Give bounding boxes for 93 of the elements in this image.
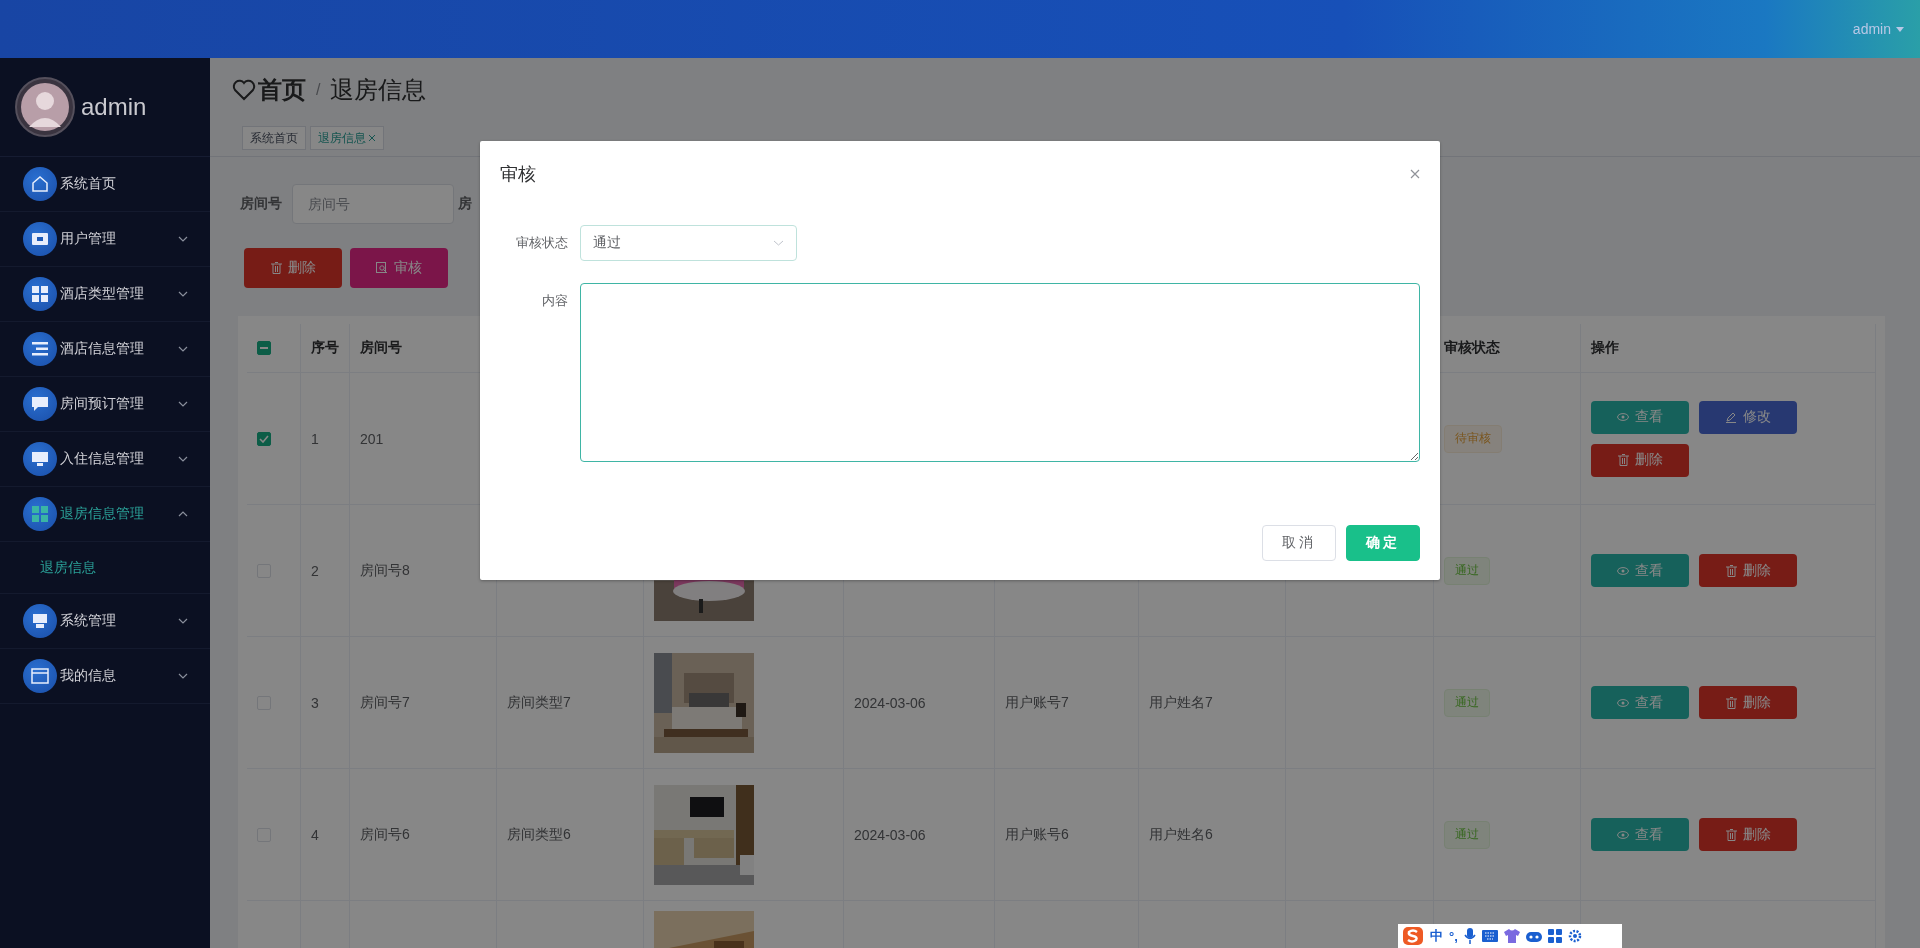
trash-icon: [1617, 454, 1629, 466]
tab[interactable]: 系统首页: [242, 126, 306, 150]
grid-icon: [32, 506, 48, 522]
content-field[interactable]: [580, 283, 1420, 462]
shirt-icon[interactable]: [1503, 929, 1520, 943]
close-icon[interactable]: [1410, 169, 1420, 179]
table-cell: 3: [311, 694, 319, 711]
microphone-icon[interactable]: [1463, 928, 1476, 944]
table-cell: 2024-03-06: [854, 826, 926, 843]
column-header: 序号: [311, 339, 339, 357]
user-name: admin: [81, 93, 147, 121]
punctuation-mode[interactable]: °,: [1449, 928, 1458, 944]
table-cell: 用户姓名7: [1149, 693, 1213, 712]
table-cell: 用户账号6: [1005, 825, 1069, 844]
delete-button[interactable]: 删除: [1699, 818, 1797, 851]
menu-item[interactable]: 酒店类型管理: [0, 267, 210, 322]
input-mode[interactable]: 中: [1430, 927, 1443, 945]
table-cell: 房间号7: [360, 693, 410, 712]
home-icon: [31, 175, 49, 193]
field-label: 房: [458, 195, 472, 213]
menu-item[interactable]: 用户管理: [0, 212, 210, 267]
window-icon: [31, 668, 49, 684]
keyboard-icon[interactable]: [1481, 930, 1498, 942]
close-icon[interactable]: [368, 134, 376, 142]
table-cell: 1: [311, 430, 319, 447]
table-cell: 4: [311, 826, 319, 843]
trash-icon: [1725, 828, 1737, 841]
apps-icon[interactable]: [1547, 929, 1562, 943]
status-tag: 通过: [1444, 820, 1490, 849]
edit-button[interactable]: 修改: [1699, 400, 1797, 434]
table-cell: 2024-03-06: [854, 694, 926, 711]
menu-item[interactable]: 酒店信息管理: [0, 322, 210, 377]
tab[interactable]: 退房信息: [310, 126, 384, 150]
review-button[interactable]: 审核: [350, 248, 448, 288]
eye-icon: [1617, 830, 1629, 839]
column-header: 房间号: [360, 339, 402, 357]
menu-item[interactable]: 我的信息: [0, 649, 210, 704]
chat-icon: [31, 396, 49, 412]
table-cell: 房间类型7: [507, 693, 571, 712]
field-label: 房间号: [240, 195, 282, 213]
breadcrumb-current: 退房信息: [330, 75, 427, 105]
table-cell: 用户账号7: [1005, 693, 1069, 712]
trash-icon: [1725, 696, 1737, 709]
search-field[interactable]: 房间号: [292, 184, 454, 224]
table-cell: 201: [360, 430, 384, 447]
field-label: 审核状态: [515, 234, 569, 252]
eye-icon: [1617, 698, 1629, 707]
search-document-icon: [376, 262, 388, 274]
check-icon: [259, 434, 269, 443]
status-tag: 待审核: [1444, 424, 1502, 453]
logo-icon[interactable]: [1402, 926, 1424, 946]
field-label: 内容: [541, 292, 569, 310]
pen-icon: [1725, 411, 1737, 423]
confirm-button[interactable]: 确定: [1346, 525, 1420, 561]
caret-icon: [1896, 26, 1904, 32]
select-field[interactable]: 通过: [580, 225, 797, 261]
cancel-button[interactable]: 取消: [1262, 525, 1336, 561]
dialog-title: 审核: [500, 163, 536, 186]
delete-button[interactable]: 删除: [244, 248, 342, 288]
breadcrumb-link[interactable]: 首页: [258, 74, 306, 106]
column-header: 操作: [1591, 339, 1619, 357]
monitor-icon: [31, 451, 49, 467]
settings-icon[interactable]: [1567, 929, 1582, 943]
eye-icon: [1617, 413, 1629, 421]
menu-item[interactable]: 系统管理: [0, 594, 210, 649]
heart-icon: [232, 79, 256, 101]
table-cell: 2: [311, 562, 319, 579]
avatar: [15, 77, 75, 137]
table-cell: 房间号8: [360, 561, 410, 580]
menu-item[interactable]: 房间预订管理: [0, 377, 210, 432]
list-icon: [32, 342, 48, 356]
card-icon: [31, 232, 49, 246]
checkbox[interactable]: [257, 431, 271, 446]
trash-icon: [270, 262, 282, 274]
table-cell: 房间号6: [360, 825, 410, 844]
menu-item[interactable]: 退房信息管理: [0, 487, 210, 542]
column-header: 审核状态: [1444, 339, 1500, 357]
chevron-down-icon: [773, 240, 784, 246]
eye-icon: [1617, 566, 1629, 575]
checkbox[interactable]: [257, 341, 271, 355]
delete-button[interactable]: 删除: [1699, 554, 1797, 587]
delete-button[interactable]: 删除: [1591, 443, 1689, 477]
table-cell: 房间类型6: [507, 825, 571, 844]
dash-icon: [260, 347, 268, 349]
delete-button[interactable]: 删除: [1699, 686, 1797, 719]
table-cell: 用户姓名6: [1149, 825, 1213, 844]
trash-icon: [1725, 564, 1737, 577]
status-tag: 通过: [1444, 688, 1490, 717]
status-tag: 通过: [1444, 556, 1490, 585]
menu-item[interactable]: 系统首页: [0, 157, 210, 212]
grid-icon: [32, 286, 48, 302]
menu-item[interactable]: 入住信息管理: [0, 432, 210, 487]
breadcrumb-separator: /: [316, 81, 321, 99]
